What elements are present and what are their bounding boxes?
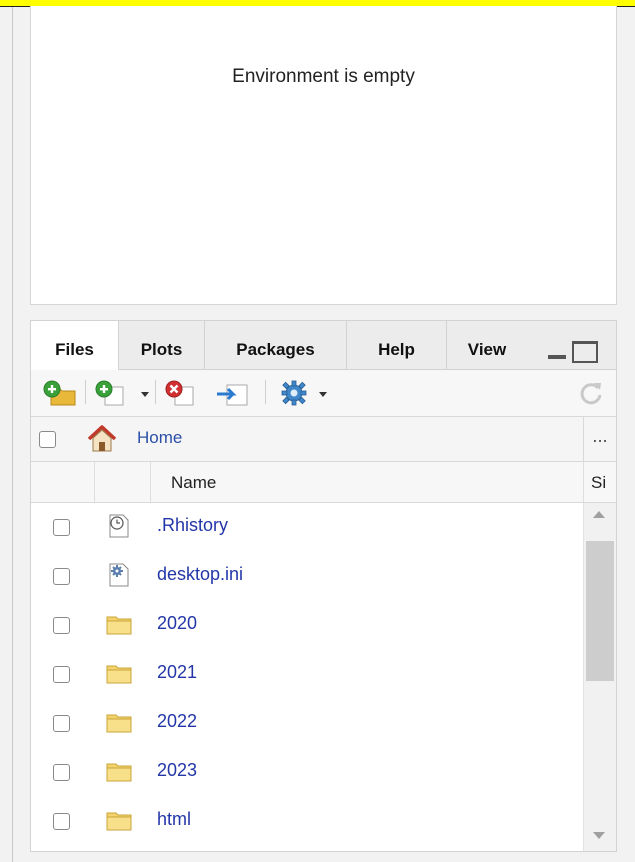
scroll-down-arrow[interactable] — [593, 832, 605, 839]
row-checkbox[interactable] — [53, 568, 70, 585]
pane-tab-bar: Files Plots Packages Help View — [31, 321, 616, 370]
file-name[interactable]: 2021 — [157, 662, 197, 683]
list-item[interactable]: html — [31, 797, 581, 846]
minimize-icon[interactable] — [546, 341, 568, 361]
home-icon[interactable] — [85, 424, 119, 454]
settings-file-icon — [109, 563, 129, 587]
toolbar-separator — [265, 380, 266, 404]
row-checkbox[interactable] — [53, 666, 70, 683]
environment-empty-message: Environment is empty — [232, 66, 415, 87]
tab-packages[interactable]: Packages — [205, 321, 347, 369]
delete-icon[interactable] — [165, 380, 199, 406]
tab-help[interactable]: Help — [347, 321, 447, 369]
tab-viewer[interactable]: View — [447, 321, 527, 369]
list-item[interactable]: .Rhistory 0 — [31, 503, 600, 552]
folder-icon — [106, 714, 132, 733]
list-item[interactable]: desktop.ini 40 — [31, 552, 609, 601]
list-item[interactable]: 2021 — [31, 650, 581, 699]
row-checkbox[interactable] — [53, 617, 70, 634]
folder-icon — [106, 812, 132, 831]
breadcrumb: Home ... — [31, 417, 616, 462]
history-file-icon — [109, 514, 129, 538]
left-splitter[interactable] — [0, 7, 13, 862]
file-name[interactable]: .Rhistory — [157, 515, 228, 536]
toolbar-separator — [155, 380, 156, 404]
row-checkbox[interactable] — [53, 519, 70, 536]
list-item[interactable]: 2023 — [31, 748, 581, 797]
row-checkbox[interactable] — [53, 715, 70, 732]
vertical-scrollbar[interactable] — [583, 503, 616, 851]
tab-plots-label: Plots — [140, 340, 183, 359]
file-name[interactable]: 2023 — [157, 760, 197, 781]
column-header-name[interactable]: Name — [171, 473, 216, 493]
scrollbar-thumb[interactable] — [586, 541, 614, 681]
new-folder-icon[interactable] — [43, 380, 77, 406]
tab-viewer-label: View — [467, 340, 507, 359]
maximize-icon[interactable] — [572, 341, 598, 363]
chevron-down-icon[interactable] — [319, 392, 327, 397]
file-name[interactable]: 2020 — [157, 613, 197, 634]
column-header-size[interactable]: Si — [591, 473, 606, 493]
more-button[interactable]: ... — [583, 417, 616, 461]
row-checkbox[interactable] — [53, 813, 70, 830]
select-all-checkbox[interactable] — [39, 431, 56, 448]
tab-files[interactable]: Files — [31, 321, 119, 370]
refresh-icon[interactable] — [578, 380, 604, 406]
tab-plots[interactable]: Plots — [119, 321, 205, 369]
list-item[interactable]: 2020 — [31, 601, 581, 650]
new-file-icon[interactable] — [95, 380, 129, 406]
files-pane: Files Plots Packages Help View Home ... … — [30, 320, 617, 852]
scroll-up-arrow[interactable] — [593, 511, 605, 518]
tab-packages-label: Packages — [236, 340, 315, 359]
folder-icon — [106, 665, 132, 684]
breadcrumb-home[interactable]: Home — [137, 428, 182, 448]
folder-icon — [106, 763, 132, 782]
file-name[interactable]: html — [157, 809, 191, 830]
file-name[interactable]: desktop.ini — [157, 564, 243, 585]
list-item[interactable]: 2022 — [31, 699, 581, 748]
header-icon-col — [95, 462, 151, 502]
environment-pane: Environment is empty — [30, 6, 617, 305]
rename-icon[interactable] — [215, 380, 255, 406]
chevron-down-icon[interactable] — [141, 392, 149, 397]
gear-icon[interactable] — [279, 380, 309, 406]
tab-help-label: Help — [378, 340, 415, 359]
row-checkbox[interactable] — [53, 764, 70, 781]
pane-window-buttons — [546, 341, 598, 363]
file-name[interactable]: 2022 — [157, 711, 197, 732]
header-checkbox-col — [31, 462, 95, 502]
file-list-header: Name Si — [31, 462, 616, 503]
toolbar-separator — [85, 380, 86, 404]
tab-files-label: Files — [55, 340, 94, 359]
folder-icon — [106, 616, 132, 635]
files-toolbar — [31, 370, 616, 417]
